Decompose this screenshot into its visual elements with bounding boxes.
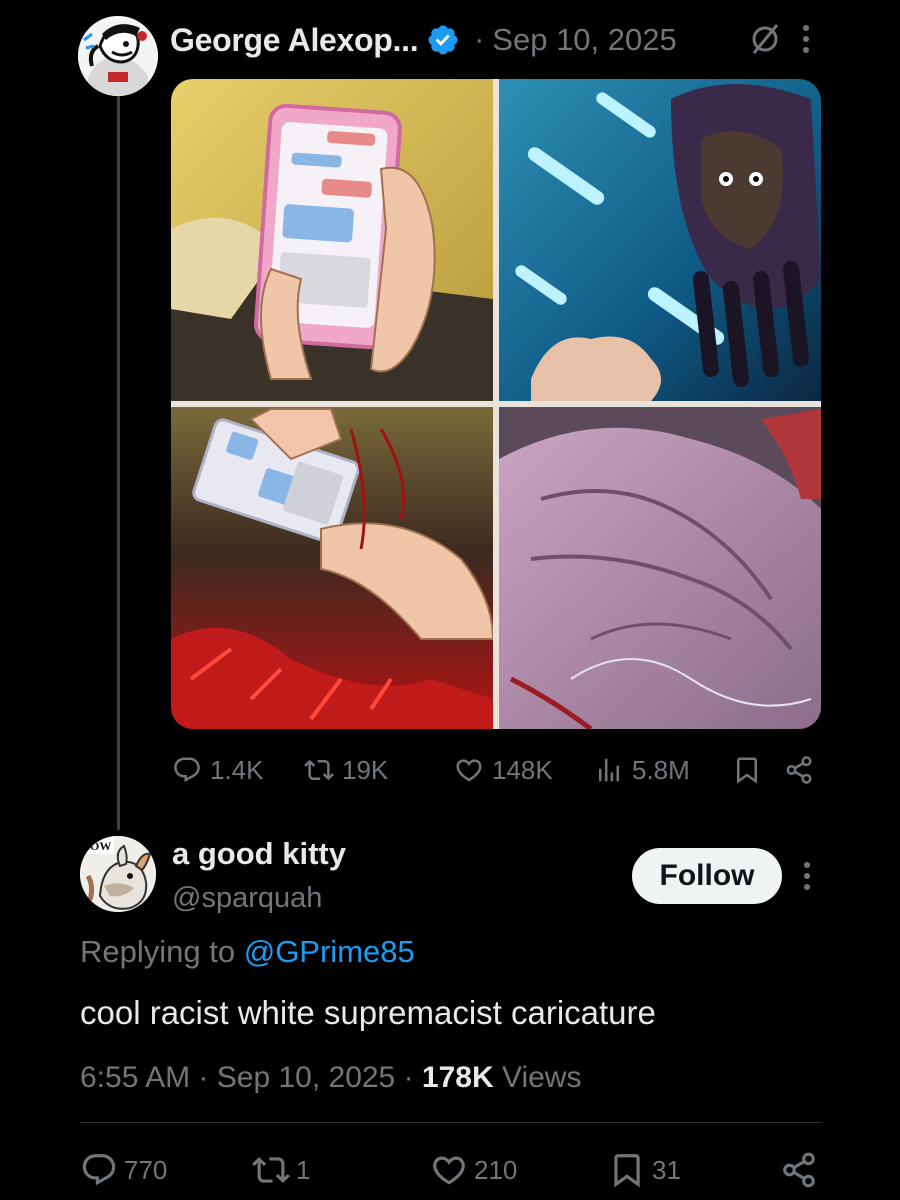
repost-icon — [304, 759, 334, 781]
repost-button[interactable]: 19K — [304, 750, 388, 790]
repost-count: 19K — [342, 754, 389, 785]
post-header: George Alexop... · Sep 10, 2025 — [170, 18, 677, 62]
avatar-text: EOW — [82, 839, 111, 853]
reply-date[interactable]: Sep 10, 2025 — [217, 1061, 396, 1094]
follow-button[interactable]: Follow — [632, 848, 782, 904]
like-icon — [456, 759, 482, 782]
like-count: 210 — [474, 1154, 518, 1185]
replying-to-prefix: Replying to — [80, 934, 244, 969]
reply-count: 770 — [124, 1154, 168, 1185]
reply-button[interactable]: 1.4K — [172, 750, 264, 790]
reply-author-avatar[interactable]: EOW — [80, 836, 156, 912]
reply-time[interactable]: 6:55 AM — [80, 1061, 190, 1094]
views-count: 5.8M — [632, 754, 690, 785]
mute-icon[interactable] — [748, 22, 782, 56]
replying-to-line: Replying to @GPrime85 — [80, 934, 415, 970]
media-panel-4 — [499, 407, 821, 729]
more-icon[interactable] — [797, 858, 817, 894]
bookmark-button[interactable]: 31 — [608, 1148, 681, 1192]
repost-button[interactable]: 1 — [252, 1148, 310, 1192]
reply-button[interactable]: 770 — [80, 1148, 167, 1192]
post-media-grid[interactable] — [171, 79, 821, 729]
reply-views-count: 178K — [421, 1061, 494, 1094]
share-button[interactable] — [780, 1148, 824, 1192]
reply-meta: 6:55 AM · Sep 10, 2025 · 178K Views — [80, 1061, 581, 1095]
reply-icon — [82, 1154, 116, 1186]
reply-count: 1.4K — [210, 754, 264, 785]
bookmark-icon — [737, 757, 757, 784]
thread-connector-line — [117, 92, 120, 830]
repost-count: 1 — [296, 1154, 311, 1185]
replying-to-mention[interactable]: @GPrime85 — [244, 934, 415, 969]
share-button[interactable] — [784, 750, 822, 790]
bookmark-button[interactable] — [732, 750, 770, 790]
verified-badge-icon — [426, 23, 460, 57]
media-panel-1 — [171, 79, 493, 401]
separator-dot: · — [198, 1061, 217, 1094]
media-panel-2 — [499, 79, 821, 401]
like-button[interactable]: 210 — [430, 1148, 517, 1192]
post-date[interactable]: Sep 10, 2025 — [492, 22, 676, 58]
like-count: 148K — [492, 754, 553, 785]
reply-author-handle[interactable]: @sparquah — [172, 882, 322, 915]
reply-icon — [174, 757, 200, 783]
separator-dot: · — [474, 23, 485, 56]
share-icon — [786, 756, 812, 784]
author-name[interactable]: George Alexop... — [170, 22, 419, 59]
post-action-bar: 1.4K 19K 148K 5.8M — [172, 750, 822, 790]
reply-views-label: Views — [501, 1061, 582, 1094]
views-icon — [599, 758, 619, 782]
more-icon[interactable] — [796, 20, 816, 58]
repost-icon — [252, 1157, 290, 1183]
like-icon — [433, 1156, 465, 1185]
views-button[interactable]: 5.8M — [594, 750, 690, 790]
divider — [80, 1122, 822, 1123]
share-icon — [783, 1152, 815, 1188]
reply-action-bar: 770 1 210 31 — [80, 1148, 822, 1192]
author-avatar[interactable] — [78, 16, 158, 96]
separator-dot: · — [403, 1061, 422, 1094]
reply-text: cool racist white supremacist caricature — [80, 994, 656, 1031]
bookmark-count: 31 — [652, 1154, 681, 1185]
bookmark-icon — [614, 1154, 640, 1188]
reply-author-name[interactable]: a good kitty — [172, 836, 346, 872]
like-button[interactable]: 148K — [454, 750, 553, 790]
media-panel-3 — [171, 407, 495, 729]
